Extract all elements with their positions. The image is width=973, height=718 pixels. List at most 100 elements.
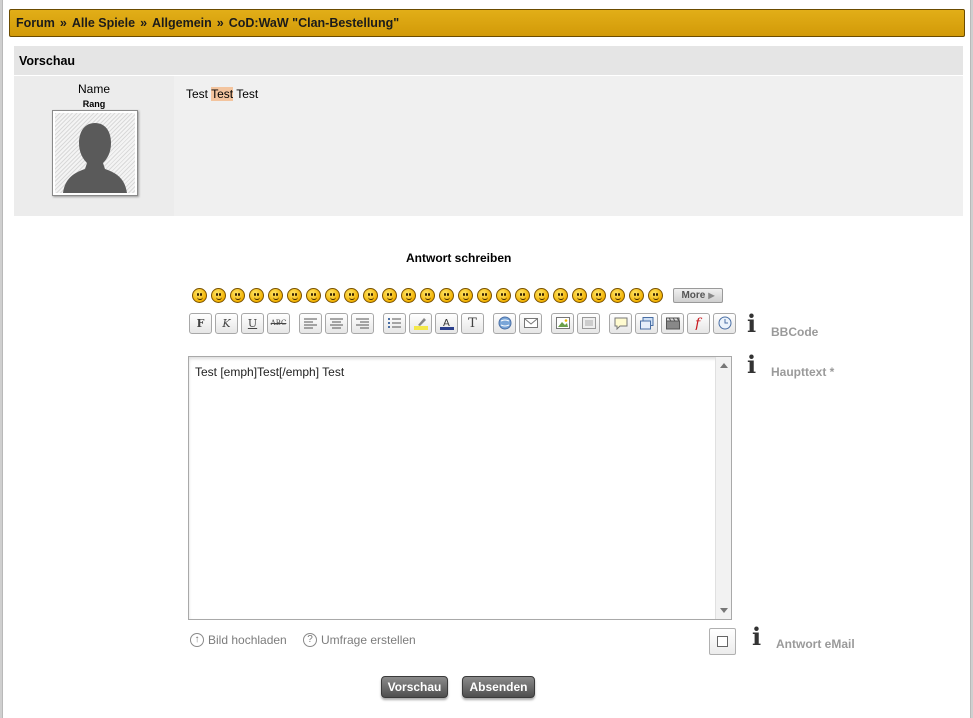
smiley-bar: More ▶ [192, 286, 723, 304]
smiley-icon[interactable] [553, 287, 568, 303]
avatar [52, 110, 138, 196]
globe-link-icon [498, 316, 511, 330]
smiley-icon[interactable] [534, 287, 549, 303]
post-text-before: Test [186, 87, 212, 101]
flash-icon: f [694, 316, 703, 330]
email-label: Antwort eMail [776, 637, 855, 651]
clapperboard-icon [665, 317, 680, 329]
align-center-icon [330, 318, 343, 328]
author-column: Name Rang [14, 76, 174, 216]
smiley-icon[interactable] [648, 287, 663, 303]
list-button[interactable] [383, 312, 406, 334]
scroll-down-icon[interactable] [720, 608, 728, 613]
smiley-icon[interactable] [420, 287, 435, 303]
underline-label: U [247, 316, 258, 330]
smiley-icon[interactable] [591, 287, 606, 303]
video-button[interactable] [661, 312, 684, 334]
upload-icon: ↑ [190, 633, 204, 647]
speech-bubble-icon [614, 317, 627, 330]
time-button[interactable] [713, 312, 736, 334]
align-right-icon [356, 318, 369, 328]
font-color-button[interactable]: A [435, 312, 458, 334]
list-icon [388, 317, 401, 328]
smiley-icon[interactable] [439, 287, 454, 303]
smiley-icon[interactable] [363, 287, 378, 303]
breadcrumb-alle-spiele[interactable]: Alle Spiele [72, 16, 135, 30]
avatar-silhouette-icon [55, 113, 135, 193]
breadcrumb-separator: » [140, 16, 148, 30]
breadcrumb-forum[interactable]: Forum [16, 16, 55, 30]
smiley-icon[interactable] [306, 287, 321, 303]
author-rank: Rang [82, 99, 106, 109]
chevron-right-icon: ▶ [708, 290, 715, 300]
breadcrumb-allgemein[interactable]: Allgemein [152, 16, 212, 30]
help-icon: ? [303, 633, 317, 647]
email-info-icon[interactable]: i [752, 625, 761, 649]
poll-label: Umfrage erstellen [321, 633, 416, 647]
smiley-icon[interactable] [382, 287, 397, 303]
underline-button[interactable]: U [241, 312, 264, 334]
clock-icon [718, 316, 731, 330]
smiley-icon[interactable] [287, 287, 302, 303]
bbcode-toolbar: F K U ABC A T f [189, 312, 739, 334]
envelope-icon [523, 318, 538, 328]
align-left-icon [304, 318, 317, 328]
smiley-icon[interactable] [629, 287, 644, 303]
message-textarea[interactable] [189, 357, 716, 619]
smiley-icon[interactable] [572, 287, 587, 303]
quote-button[interactable] [609, 312, 632, 334]
maintext-info-icon[interactable]: i [747, 353, 756, 377]
bold-button[interactable]: F [189, 312, 212, 334]
scroll-up-icon[interactable] [720, 363, 728, 368]
smiley-icon[interactable] [268, 287, 283, 303]
link-button[interactable] [493, 312, 516, 334]
smiley-icon[interactable] [230, 287, 245, 303]
windows-icon [639, 316, 653, 329]
breadcrumb-thread[interactable]: CoD:WaW "Clan-Bestellung" [229, 16, 399, 30]
email-notify-checkbox[interactable] [709, 628, 736, 655]
email-button[interactable] [519, 312, 542, 334]
post-content: Test Test Test [176, 76, 963, 216]
smiley-icon[interactable] [249, 287, 264, 303]
smiley-icon[interactable] [610, 287, 625, 303]
smiley-icon[interactable] [401, 287, 416, 303]
highlighter-icon [413, 317, 428, 330]
submit-button[interactable]: Absenden [462, 676, 535, 698]
svg-text:f: f [694, 316, 703, 330]
font-size-label: T [468, 315, 477, 331]
bbcode-info-icon[interactable]: i [747, 312, 756, 336]
spoiler-button[interactable] [635, 312, 658, 334]
smiley-icon[interactable] [458, 287, 473, 303]
flash-button[interactable]: f [687, 312, 710, 334]
create-poll-link[interactable]: ? Umfrage erstellen [303, 633, 416, 647]
italic-button[interactable]: K [215, 312, 238, 334]
smiley-icon[interactable] [496, 287, 511, 303]
smiley-icon[interactable] [344, 287, 359, 303]
smiley-icon[interactable] [192, 287, 207, 303]
breadcrumb-separator: » [216, 16, 224, 30]
smiley-icon[interactable] [477, 287, 492, 303]
breadcrumb: Forum » Alle Spiele » Allgemein » CoD:Wa… [9, 9, 965, 37]
font-size-button[interactable]: T [461, 312, 484, 334]
italic-label: K [222, 316, 231, 330]
breadcrumb-separator: » [59, 16, 67, 30]
smiley-icon[interactable] [325, 287, 340, 303]
align-right-button[interactable] [351, 312, 374, 334]
bbcode-label: BBCode [771, 325, 819, 339]
checkbox-square [717, 636, 728, 647]
preview-header: Vorschau [14, 46, 963, 75]
image-button[interactable] [551, 312, 574, 334]
align-center-button[interactable] [325, 312, 348, 334]
align-left-button[interactable] [299, 312, 322, 334]
upload-image-link[interactable]: ↑ Bild hochladen [190, 633, 287, 647]
image-frame-button[interactable] [577, 312, 600, 334]
smiley-icon[interactable] [211, 287, 226, 303]
smiley-icon[interactable] [515, 287, 530, 303]
strikethrough-button[interactable]: ABC [267, 312, 290, 334]
preview-body: Name Rang Test Test Test [14, 76, 963, 216]
highlight-button[interactable] [409, 312, 432, 334]
textarea-scrollbar[interactable] [715, 357, 731, 619]
more-smileys-button[interactable]: More ▶ [673, 287, 723, 303]
preview-button[interactable]: Vorschau [381, 676, 448, 698]
upload-label: Bild hochladen [208, 633, 287, 647]
